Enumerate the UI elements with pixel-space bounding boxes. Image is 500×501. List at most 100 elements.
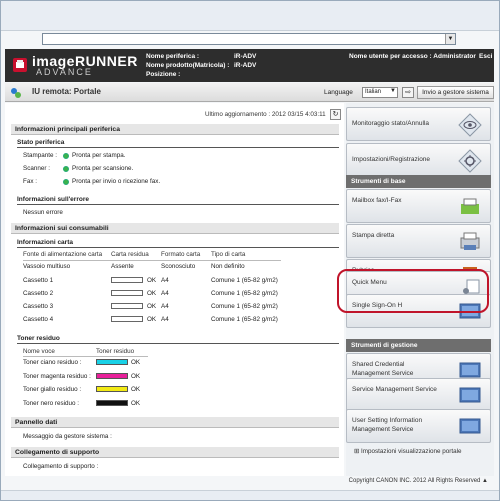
device-header: imageRUNNER ADVANCE Nome periferica : iR… [5, 49, 494, 82]
canon-logo-icon [13, 58, 27, 72]
paper-remaining: OK [147, 277, 157, 284]
status-value: Pronta per invio o ricezione fax. [72, 178, 161, 185]
toner-level-bar [96, 373, 128, 379]
section-support: Collegamento di supporto [11, 447, 339, 458]
toner-name: Toner magenta residuo : [23, 373, 91, 380]
language-apply-icon[interactable]: ⇨ [402, 87, 414, 98]
address-bar[interactable] [42, 33, 456, 45]
refresh-icon[interactable]: ↻ [330, 109, 341, 120]
status-ok-icon [63, 153, 69, 159]
logout-link[interactable]: Esci [479, 53, 492, 60]
page-top-icon[interactable]: ▲ [482, 478, 488, 484]
support-link: Collegamento di supporto : [23, 463, 99, 470]
portal-display-settings-link[interactable]: ⊞ Impostazioni visualizzazione portale [354, 448, 461, 455]
button-label: Shared Credential Management Service [352, 361, 414, 377]
paper-col-type: Tipo di carta [211, 251, 246, 258]
button-label: Service Management Service [352, 386, 437, 393]
language-select[interactable]: Italian ▼ [362, 87, 398, 98]
paper-level-bar [111, 316, 143, 322]
toner-status: OK [131, 386, 141, 393]
divider [23, 260, 281, 261]
toolbar: IU remota: Portale Language Italian ▼ ⇨ I… [5, 83, 494, 102]
toner-level-bar [96, 359, 128, 365]
copyright: Copyright CANON INC. 2012 All Rights Res… [349, 478, 488, 484]
paper-title: Informazioni carta [17, 239, 339, 248]
button-label: Mailbox fax/I-Fax [352, 197, 402, 204]
paper-size: A4 [161, 316, 169, 323]
toner-level-bar [96, 400, 128, 406]
toner-col-name: Nome voce [23, 348, 55, 355]
brand-subname: ADVANCE [36, 67, 93, 77]
mailbox-fax-button[interactable]: Mailbox fax/I-Fax [346, 189, 491, 223]
paper-level-bar [111, 277, 143, 283]
management-tools-header: Strumenti di gestione [346, 339, 491, 352]
paper-size: A4 [161, 290, 169, 297]
position-label: Posizione : [146, 71, 181, 78]
paper-type: Comune 1 (65-82 g/m2) [211, 277, 278, 284]
chevron-down-icon: ▼ [390, 88, 396, 94]
paper-source: Cassetto 1 [23, 277, 54, 284]
product-name-label: Nome prodotto(Matricola) : [146, 62, 230, 69]
portal-icon [11, 88, 21, 98]
error-title: Informazioni sull'errore [17, 196, 339, 205]
button-label: Impostazioni/Registrazione [352, 156, 431, 163]
direct-print-button[interactable]: Stampa diretta [346, 224, 491, 258]
admin-message: Messaggio da gestore sistema : [23, 433, 112, 440]
page-title: IU remota: Portale [32, 87, 101, 96]
toner-status: OK [131, 359, 141, 366]
paper-level-bar [111, 303, 143, 309]
user-setting-info-button[interactable]: User Setting Information Management Serv… [346, 409, 491, 443]
product-name-value: iR-ADV [234, 62, 257, 69]
paper-remaining: OK [147, 303, 157, 310]
status-label: Scanner : [23, 165, 50, 172]
status-ok-icon [63, 166, 69, 172]
paper-col-remaining: Carta residua [111, 251, 149, 258]
service-management-button[interactable]: Service Management Service [346, 378, 491, 412]
toner-name: Toner ciano residuo : [23, 359, 82, 366]
paper-type: Non definito [211, 263, 245, 270]
language-label: Language [324, 89, 353, 96]
monitor-icon [459, 418, 481, 434]
status-monitor-button[interactable]: Monitoraggio stato/Annulla [346, 107, 491, 141]
browser-chrome [1, 1, 499, 31]
paper-type: Comune 1 (65-82 g/m2) [211, 303, 278, 310]
main-panel: Ultimo aggiornamento : 2012 03/15 4:03:1… [5, 103, 344, 476]
paper-remaining: Assente [111, 263, 134, 270]
status-value: Pronta per scansione. [72, 165, 134, 172]
logged-user: Nome utente per accesso : Administrator [349, 53, 476, 60]
status-ok-icon [63, 179, 69, 185]
paper-col-size: Formato carta [161, 251, 201, 258]
footer: Copyright CANON INC. 2012 All Rights Res… [5, 477, 494, 487]
address-dropdown-icon[interactable]: ▼ [445, 34, 455, 44]
last-update: Ultimo aggiornamento : 2012 03/15 4:03:1… [205, 111, 326, 118]
monitor-eye-icon [458, 113, 482, 137]
toner-status: OK [131, 373, 141, 380]
monitor-icon [459, 387, 481, 403]
gear-icon [458, 149, 482, 173]
browser-status-bar [1, 490, 499, 500]
paper-level-bar [111, 290, 143, 296]
paper-type: Comune 1 (65-82 g/m2) [211, 316, 278, 323]
section-consumables: Informazioni sui consumabili [11, 223, 339, 234]
list-bullet-icon: ⊞ [354, 448, 362, 455]
section-data-panel: Pannello dati [11, 417, 339, 428]
toner-name: Toner nero residuo : [23, 400, 80, 407]
language-value: Italian [365, 89, 382, 95]
paper-col-source: Fonte di alimentazione carta [23, 251, 103, 258]
paper-size: A4 [161, 303, 169, 310]
toner-name: Toner giallo residuo : [23, 386, 82, 393]
send-to-admin-button[interactable]: Invio a gestore sistema [417, 86, 494, 99]
fax-icon [461, 198, 479, 214]
paper-source: Cassetto 4 [23, 316, 54, 323]
toner-title: Toner residuo [17, 335, 339, 344]
status-label: Stampante : [23, 152, 57, 159]
paper-source: Cassetto 2 [23, 290, 54, 297]
divider [23, 356, 148, 357]
printer-icon [460, 232, 480, 250]
status-label: Fax : [23, 178, 37, 185]
copyright-text: Copyright CANON INC. 2012 All Rights Res… [348, 478, 481, 484]
section-device-info: Informazioni principali periferica [11, 124, 339, 135]
settings-button[interactable]: Impostazioni/Registrazione [346, 143, 491, 177]
quick-menu-highlight [337, 269, 489, 313]
button-label: Stampa diretta [352, 232, 395, 239]
